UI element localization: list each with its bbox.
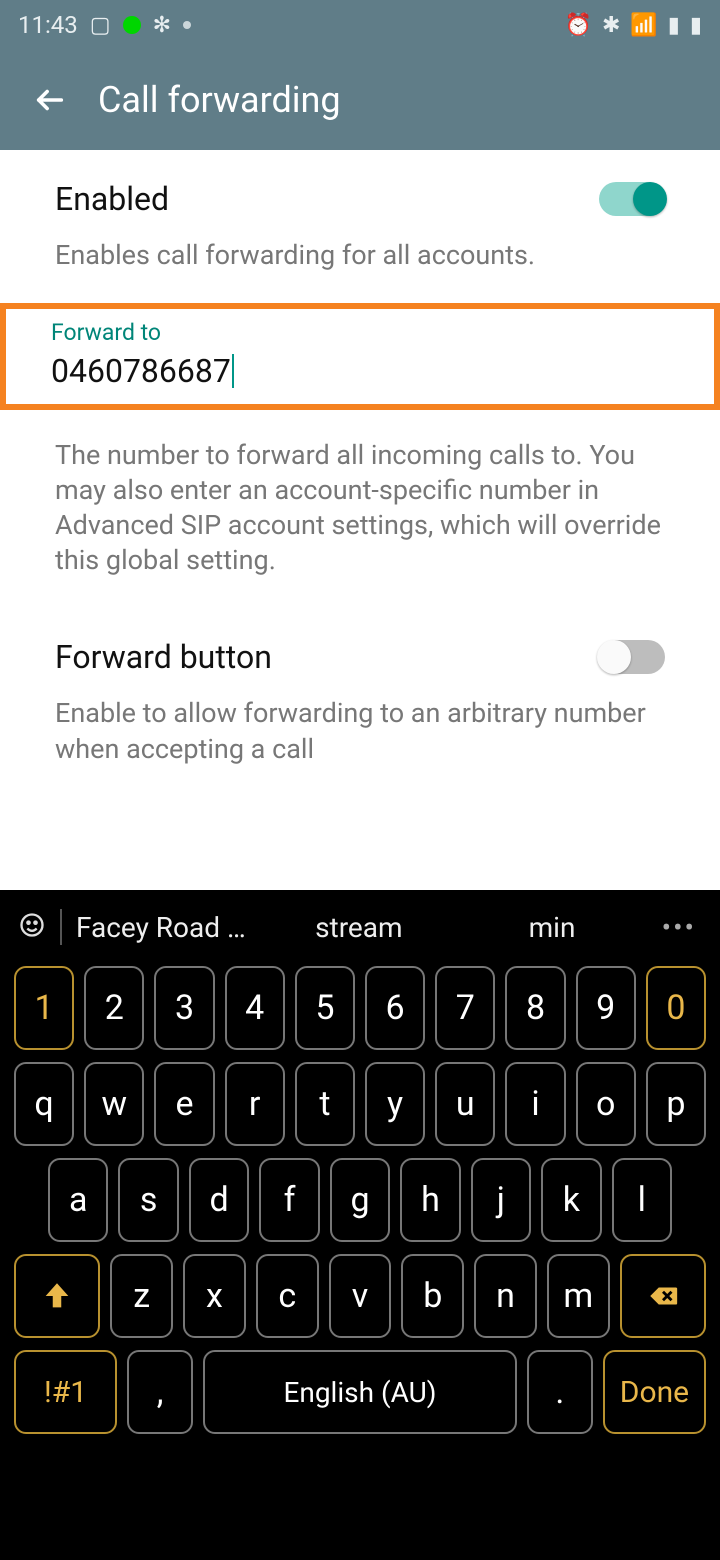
- status-time: 11:43: [18, 11, 78, 39]
- key-backspace[interactable]: [620, 1254, 706, 1338]
- key-4[interactable]: 4: [225, 966, 285, 1050]
- back-button[interactable]: [20, 83, 80, 117]
- key-z[interactable]: z: [110, 1254, 173, 1338]
- app-bar: Call forwarding: [0, 50, 720, 150]
- key-0[interactable]: 0: [646, 966, 706, 1050]
- emoji-icon[interactable]: [18, 911, 46, 943]
- keyboard-row-4: !#1 , English (AU) . Done: [14, 1350, 706, 1434]
- forward-to-input[interactable]: 0460786687: [51, 352, 669, 390]
- settings-content: Enabled Enables call forwarding for all …: [0, 150, 720, 890]
- key-8[interactable]: 8: [505, 966, 565, 1050]
- key-5[interactable]: 5: [295, 966, 355, 1050]
- keyboard-row-2: a s d f g h j k l: [14, 1158, 706, 1242]
- notification-dot-icon: [183, 21, 191, 29]
- key-s[interactable]: s: [118, 1158, 178, 1242]
- key-7[interactable]: 7: [435, 966, 495, 1050]
- key-f[interactable]: f: [259, 1158, 319, 1242]
- key-a[interactable]: a: [48, 1158, 108, 1242]
- setting-enabled-desc: Enables call forwarding for all accounts…: [55, 238, 665, 273]
- key-e[interactable]: e: [154, 1062, 214, 1146]
- key-d[interactable]: d: [189, 1158, 249, 1242]
- keyboard-suggestion-1[interactable]: Facey Road Gn…: [76, 911, 255, 944]
- image-icon: ▢: [90, 13, 111, 38]
- keyboard-suggestion-3[interactable]: min: [462, 911, 641, 944]
- key-1[interactable]: 1: [14, 966, 74, 1050]
- keyboard-more-icon[interactable]: •••: [656, 911, 702, 944]
- key-j[interactable]: j: [471, 1158, 531, 1242]
- keyboard-row-1: q w e r t y u i o p: [14, 1062, 706, 1146]
- snowflake-icon: ✻: [153, 13, 171, 38]
- key-i[interactable]: i: [505, 1062, 565, 1146]
- key-symbols[interactable]: !#1: [14, 1350, 117, 1434]
- forward-to-desc-block: The number to forward all incoming calls…: [0, 420, 720, 608]
- alarm-icon: ⏰: [565, 13, 592, 38]
- key-x[interactable]: x: [183, 1254, 246, 1338]
- keyboard-rows: 1 2 3 4 5 6 7 8 9 0 q w e r t y u i o p …: [0, 964, 720, 1560]
- forward-to-field-highlight: Forward to 0460786687: [0, 303, 720, 410]
- keyboard-row-numbers: 1 2 3 4 5 6 7 8 9 0: [14, 966, 706, 1050]
- recording-indicator-icon: [123, 16, 141, 34]
- status-right: ⏰ ✱ 📶 ▮ ▮: [565, 13, 702, 38]
- status-bar: 11:43 ▢ ✻ ⏰ ✱ 📶 ▮ ▮: [0, 0, 720, 50]
- key-shift[interactable]: [14, 1254, 100, 1338]
- key-c[interactable]: c: [256, 1254, 319, 1338]
- key-q[interactable]: q: [14, 1062, 74, 1146]
- keyboard-divider: [60, 909, 62, 945]
- key-h[interactable]: h: [400, 1158, 460, 1242]
- key-6[interactable]: 6: [365, 966, 425, 1050]
- keyboard-suggestion-2[interactable]: stream: [269, 911, 448, 944]
- key-o[interactable]: o: [576, 1062, 636, 1146]
- setting-enabled-title: Enabled: [55, 180, 169, 218]
- status-left: 11:43 ▢ ✻: [18, 11, 191, 39]
- setting-forward-button-desc: Enable to allow forwarding to an arbitra…: [55, 696, 665, 766]
- key-n[interactable]: n: [474, 1254, 537, 1338]
- bluetooth-icon: ✱: [602, 13, 620, 38]
- key-w[interactable]: w: [84, 1062, 144, 1146]
- key-p[interactable]: p: [646, 1062, 706, 1146]
- key-b[interactable]: b: [401, 1254, 464, 1338]
- key-space[interactable]: English (AU): [203, 1350, 517, 1434]
- forward-to-label: Forward to: [51, 319, 669, 346]
- key-t[interactable]: t: [295, 1062, 355, 1146]
- forward-to-desc: The number to forward all incoming calls…: [55, 438, 665, 578]
- setting-forward-button[interactable]: Forward button Enable to allow forwardin…: [0, 608, 720, 796]
- key-period[interactable]: .: [527, 1350, 593, 1434]
- keyboard-row-3: z x c v b n m: [14, 1254, 706, 1338]
- setting-enabled[interactable]: Enabled Enables call forwarding for all …: [0, 180, 720, 303]
- signal-icon: ▮: [668, 13, 680, 38]
- battery-icon: ▮: [690, 13, 702, 38]
- key-g[interactable]: g: [330, 1158, 390, 1242]
- key-v[interactable]: v: [329, 1254, 392, 1338]
- key-m[interactable]: m: [547, 1254, 610, 1338]
- key-k[interactable]: k: [541, 1158, 601, 1242]
- key-9[interactable]: 9: [576, 966, 636, 1050]
- forward-to-value: 0460786687: [51, 352, 231, 390]
- wifi-icon: 📶: [630, 13, 657, 38]
- key-l[interactable]: l: [612, 1158, 672, 1242]
- text-cursor-icon: [232, 354, 234, 388]
- key-u[interactable]: u: [435, 1062, 495, 1146]
- toggle-enabled[interactable]: [599, 182, 665, 216]
- setting-forward-button-title: Forward button: [55, 638, 272, 676]
- key-comma[interactable]: ,: [127, 1350, 193, 1434]
- key-2[interactable]: 2: [84, 966, 144, 1050]
- key-y[interactable]: y: [365, 1062, 425, 1146]
- page-title: Call forwarding: [98, 79, 341, 121]
- key-done[interactable]: Done: [603, 1350, 706, 1434]
- key-3[interactable]: 3: [154, 966, 214, 1050]
- soft-keyboard: Facey Road Gn… stream min ••• 1 2 3 4 5 …: [0, 890, 720, 1560]
- toggle-forward-button[interactable]: [599, 640, 665, 674]
- keyboard-suggestion-bar: Facey Road Gn… stream min •••: [0, 890, 720, 964]
- key-r[interactable]: r: [225, 1062, 285, 1146]
